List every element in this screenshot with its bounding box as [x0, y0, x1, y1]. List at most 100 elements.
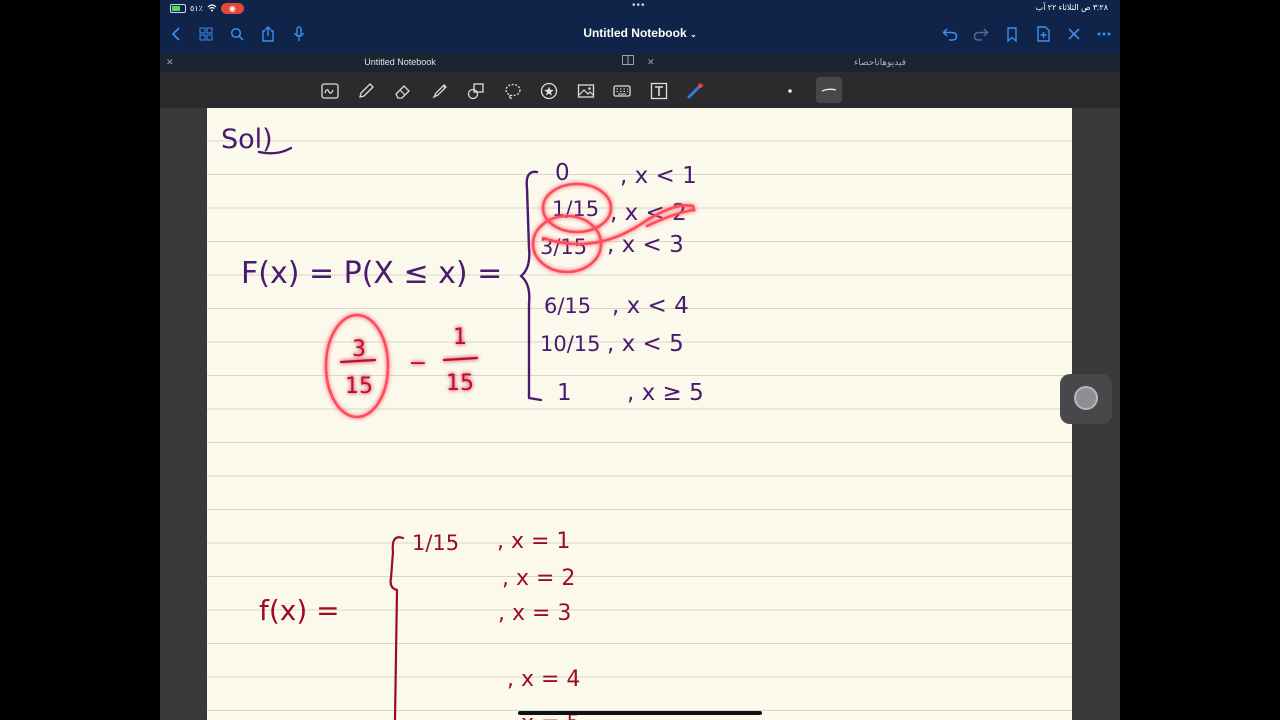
cdf-case-condition: , x < 1	[620, 163, 697, 189]
cdf-case-condition: , x < 2	[610, 200, 687, 226]
tab-untitled-notebook[interactable]: Untitled Notebook	[160, 52, 640, 72]
tool-keyboard[interactable]	[611, 80, 633, 102]
keyboard-icon	[613, 85, 631, 97]
tab-label: فيديوهاتاحصاء	[854, 57, 906, 67]
pen-size-small[interactable]	[779, 80, 801, 102]
undo-button[interactable]	[940, 16, 960, 52]
redo-button[interactable]	[971, 16, 991, 52]
chevron-down-icon: ⌄	[689, 30, 697, 39]
handwriting-layer: Sol) F(x) = P(X ≤ x) = 0 , x < 1 1/15 , …	[221, 124, 704, 720]
pmf-case-1: 1/15 , x = 1	[412, 529, 570, 555]
tool-laser-pointer[interactable]	[684, 80, 706, 102]
cdf-case-value: 6/15	[544, 294, 591, 318]
tool-lasso[interactable]	[502, 80, 524, 102]
cdf-case-2: 1/15 , x < 2	[552, 197, 687, 226]
more-button[interactable]	[1094, 16, 1114, 52]
grid-icon	[199, 27, 213, 41]
home-indicator[interactable]	[518, 711, 762, 715]
cdf-case-value: 10/15	[540, 332, 601, 356]
tool-elements[interactable]	[538, 80, 560, 102]
side-calc-a-num: 3	[352, 337, 366, 362]
wifi-icon	[207, 3, 217, 14]
navigation-bar: Untitled Notebook ⌄	[160, 16, 1120, 52]
cdf-case-4: 6/15 , x < 4	[544, 293, 689, 319]
close-icon	[1068, 28, 1080, 40]
pmf-case-condition: , x = 4	[507, 667, 580, 692]
scroll-knob-icon[interactable]	[1074, 386, 1098, 410]
cdf-case-6: 1 , x ≥ 5	[557, 380, 704, 406]
pmf-case-3: , x = 3	[498, 601, 571, 626]
tab-split-icon[interactable]	[622, 52, 634, 72]
chevron-left-icon	[171, 27, 180, 41]
status-left: ٥١٪ ◉	[170, 3, 244, 14]
lasso-icon	[505, 83, 521, 99]
tool-ai-convert[interactable]	[319, 80, 341, 102]
eraser-icon	[395, 85, 410, 99]
thumbnails-button[interactable]	[196, 16, 216, 52]
close-button[interactable]	[1064, 16, 1084, 52]
pmf-case-4: , x = 4	[507, 667, 580, 692]
pmf-case-condition: , x = 2	[502, 566, 575, 591]
notebook-title-text: Untitled Notebook	[583, 26, 687, 40]
side-calc-operator: −	[409, 351, 427, 376]
pmf-case-condition: , x = 1	[497, 529, 570, 554]
pen-style-selected[interactable]	[816, 77, 842, 103]
side-calculation: 3 15 − 1 15	[324, 313, 479, 419]
cdf-brace	[519, 170, 543, 402]
battery-icon	[170, 4, 186, 13]
highlighter-icon	[432, 84, 447, 99]
cdf-lhs: F(x) = P(X ≤ x) =	[241, 256, 502, 291]
dot-icon	[788, 89, 792, 93]
bookmark-button[interactable]	[1002, 16, 1022, 52]
handwriting-convert-icon	[321, 83, 339, 99]
dictation-button[interactable]	[289, 16, 309, 52]
notebook-page[interactable]: Sol) F(x) = P(X ≤ x) = 0 , x < 1 1/15 , …	[207, 108, 1072, 720]
status-datetime: ٣:٢٨ ص الثلاثاء ٢٢ آب	[1035, 3, 1108, 12]
bookmark-icon	[1007, 26, 1017, 42]
add-page-button[interactable]	[1033, 16, 1053, 52]
screen-recording-indicator[interactable]: ◉	[220, 3, 244, 14]
notebook-title-button[interactable]: Untitled Notebook ⌄	[583, 26, 696, 40]
tool-highlighter[interactable]	[429, 80, 451, 102]
pmf-case-value: 1/15	[412, 531, 459, 555]
cdf-case-condition: , x ≥ 5	[627, 380, 704, 406]
star-sticker-icon	[540, 82, 558, 100]
text-box-icon	[650, 82, 668, 100]
tool-text[interactable]	[648, 80, 670, 102]
cdf-case-value: 1	[557, 380, 572, 406]
share-icon	[262, 26, 274, 42]
side-calc-a-den: 15	[345, 374, 373, 399]
tab-statistics-videos[interactable]: فيديوهاتاحصاء	[640, 52, 1120, 72]
tools-bar	[160, 72, 1120, 108]
ipad-screen: ٥١٪ ◉ ••• ٣:٢٨ ص الثلاثاء ٢٢ آب Untitled…	[160, 0, 1120, 720]
add-page-icon	[1036, 26, 1050, 42]
tool-image[interactable]	[575, 80, 597, 102]
cdf-case-condition: , x < 4	[612, 293, 689, 319]
pmf-case-2: , x = 2	[502, 566, 575, 591]
laser-pointer-icon	[687, 82, 704, 99]
tab-label: Untitled Notebook	[364, 57, 436, 67]
redo-icon	[973, 28, 989, 41]
multitasking-dots-icon[interactable]: •••	[632, 0, 646, 11]
pmf-lhs: f(x) =	[259, 594, 340, 627]
back-button[interactable]	[166, 16, 186, 52]
tool-pen[interactable]	[355, 80, 377, 102]
tool-shapes[interactable]	[465, 80, 487, 102]
stroke-style-icon	[821, 88, 837, 92]
tool-eraser[interactable]	[392, 80, 414, 102]
pmf-case-condition: , x = 3	[498, 601, 571, 626]
status-bar: ٥١٪ ◉ ••• ٣:٢٨ ص الثلاثاء ٢٢ آب	[160, 0, 1120, 16]
share-button[interactable]	[258, 16, 278, 52]
cdf-case-5: 10/15 , x < 5	[540, 331, 684, 357]
undo-icon	[942, 28, 958, 41]
pen-icon	[359, 83, 374, 98]
search-button[interactable]	[227, 16, 247, 52]
side-calc-b-den: 15	[446, 371, 474, 396]
side-calc-circle	[324, 313, 390, 419]
cdf-case-value: 0	[555, 160, 570, 186]
more-icon	[1097, 32, 1111, 36]
microphone-icon	[293, 26, 305, 41]
side-calc-a-bar	[339, 358, 377, 364]
image-icon	[577, 84, 595, 98]
shapes-icon	[467, 83, 484, 100]
